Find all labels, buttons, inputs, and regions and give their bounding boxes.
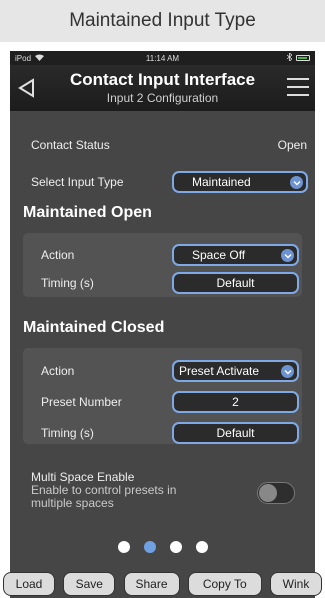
caption-title: Maintained Input Type xyxy=(0,0,325,42)
header-title: Contact Input Interface xyxy=(69,70,256,89)
maintained-open-title: Maintained Open xyxy=(23,204,152,221)
preset-number-label: Preset Number xyxy=(41,395,122,409)
multi-space-description-2: multiple spaces xyxy=(31,496,114,510)
chevron-down-icon xyxy=(281,365,294,378)
page-indicator xyxy=(10,541,315,553)
maintained-closed-title: Maintained Closed xyxy=(23,319,165,336)
page-dot-active[interactable] xyxy=(143,541,156,553)
multi-space-toggle[interactable] xyxy=(257,482,295,504)
copy-to-button[interactable]: Copy To xyxy=(187,572,262,596)
chevron-down-icon xyxy=(290,176,303,189)
page-dot[interactable] xyxy=(195,541,208,553)
contact-status-row: Contact Status Open xyxy=(10,131,315,159)
contact-status-value: Open xyxy=(277,138,307,152)
bottom-toolbar: Load Save Share Copy To Wink xyxy=(0,570,325,598)
closed-timing-label: Timing (s) xyxy=(41,426,94,440)
status-bar: iPod 11:14 AM xyxy=(10,51,315,65)
select-input-type-label: Select Input Type xyxy=(31,175,124,189)
preset-number-field[interactable]: 2 xyxy=(172,391,299,413)
phone-screen: iPod 11:14 AM Contact Input Interface In… xyxy=(10,51,315,598)
multi-space-text: Multi Space Enable Enable to control pre… xyxy=(31,471,231,510)
open-timing-field[interactable]: Default xyxy=(172,272,299,294)
wink-button[interactable]: Wink xyxy=(270,572,322,596)
header-subtitle: Input 2 Configuration xyxy=(106,91,219,105)
load-button[interactable]: Load xyxy=(3,572,55,596)
closed-action-label: Action xyxy=(41,364,75,378)
closed-timing-field[interactable]: Default xyxy=(172,422,299,444)
contact-status-label: Contact Status xyxy=(31,138,110,152)
input-type-value: Maintained xyxy=(192,175,251,189)
open-timing-label: Timing (s) xyxy=(41,276,94,290)
input-type-dropdown[interactable]: Maintained xyxy=(172,171,308,193)
share-button[interactable]: Share xyxy=(123,572,180,596)
save-button[interactable]: Save xyxy=(63,572,116,596)
hamburger-menu-icon[interactable] xyxy=(287,78,309,102)
battery-icon xyxy=(296,55,310,61)
clock: 11:14 AM xyxy=(145,53,180,63)
back-arrow-icon[interactable] xyxy=(16,77,38,99)
open-action-label: Action xyxy=(41,248,75,262)
page-dot[interactable] xyxy=(117,541,130,553)
chevron-down-icon xyxy=(281,249,294,262)
open-action-dropdown[interactable]: Space Off xyxy=(172,244,299,266)
closed-action-dropdown[interactable]: Preset Activate xyxy=(172,360,299,382)
open-action-value: Space Off xyxy=(192,248,246,262)
app-header: Contact Input Interface Input 2 Configur… xyxy=(10,65,315,111)
closed-action-value: Preset Activate xyxy=(179,364,260,378)
page-dot[interactable] xyxy=(169,541,182,553)
